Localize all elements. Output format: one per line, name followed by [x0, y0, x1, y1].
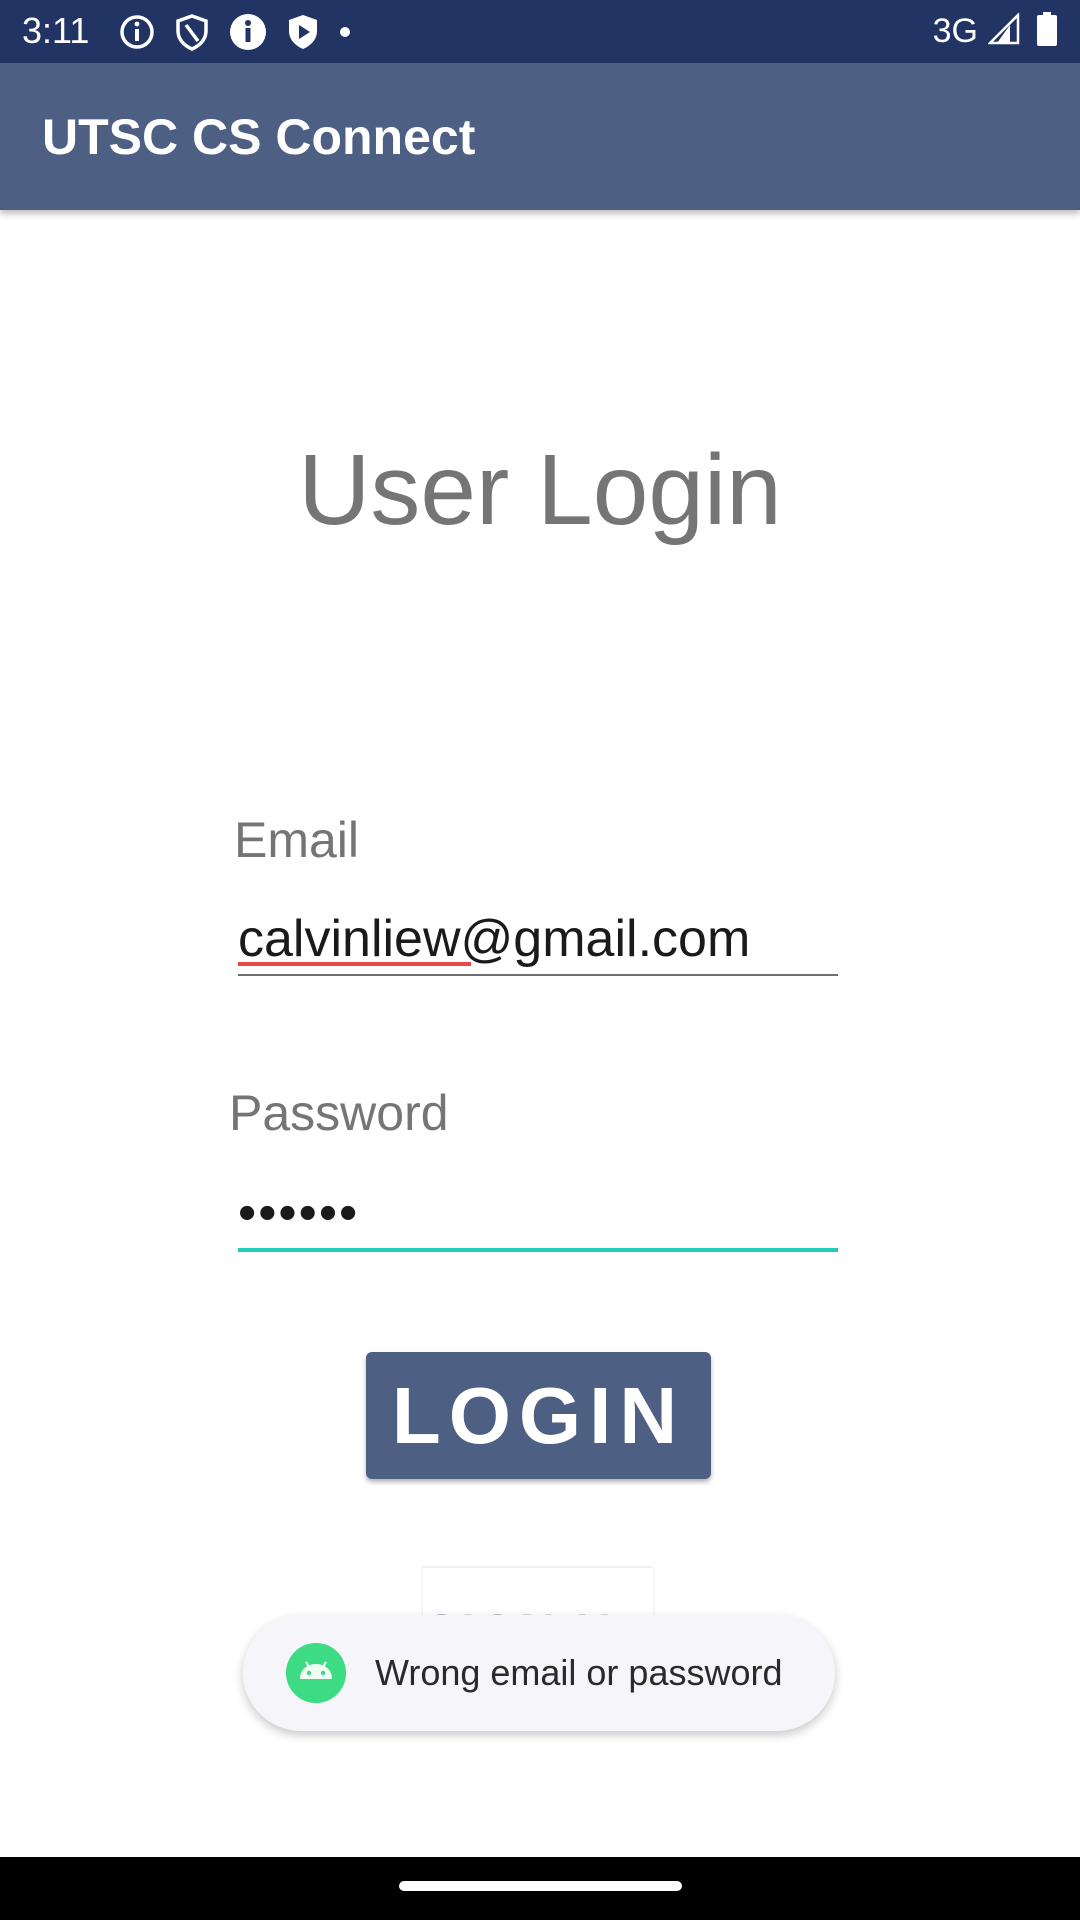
signal-icon	[986, 11, 1020, 50]
home-handle[interactable]	[399, 1881, 682, 1891]
spellcheck-underline	[238, 962, 471, 966]
password-field[interactable]: ••••••	[238, 1178, 838, 1252]
email-label: Email	[234, 812, 360, 868]
dot-icon	[338, 25, 352, 39]
toast-message: Wrong email or password	[375, 1652, 783, 1693]
shield-icon	[174, 13, 210, 51]
notification-icons	[118, 12, 370, 52]
battery-icon	[1036, 11, 1058, 51]
info-filled-icon	[228, 12, 268, 52]
status-bar: 3:11 3G	[0, 0, 1080, 63]
app-title: UTSC CS Connect	[42, 109, 476, 165]
network-type: 3G	[932, 11, 978, 50]
info-outline-icon	[118, 13, 156, 51]
password-label: Password	[229, 1085, 449, 1141]
app-bar: UTSC CS Connect	[0, 63, 1080, 210]
navigation-bar	[0, 1857, 1080, 1920]
error-toast: Wrong email or password	[243, 1615, 835, 1731]
play-shield-icon	[286, 13, 320, 51]
android-icon	[286, 1643, 346, 1703]
status-right: 3G	[933, 8, 1058, 54]
login-button[interactable]: LOGIN	[366, 1352, 711, 1479]
status-time: 3:11	[22, 10, 90, 51]
page-title: User Login	[298, 434, 782, 546]
